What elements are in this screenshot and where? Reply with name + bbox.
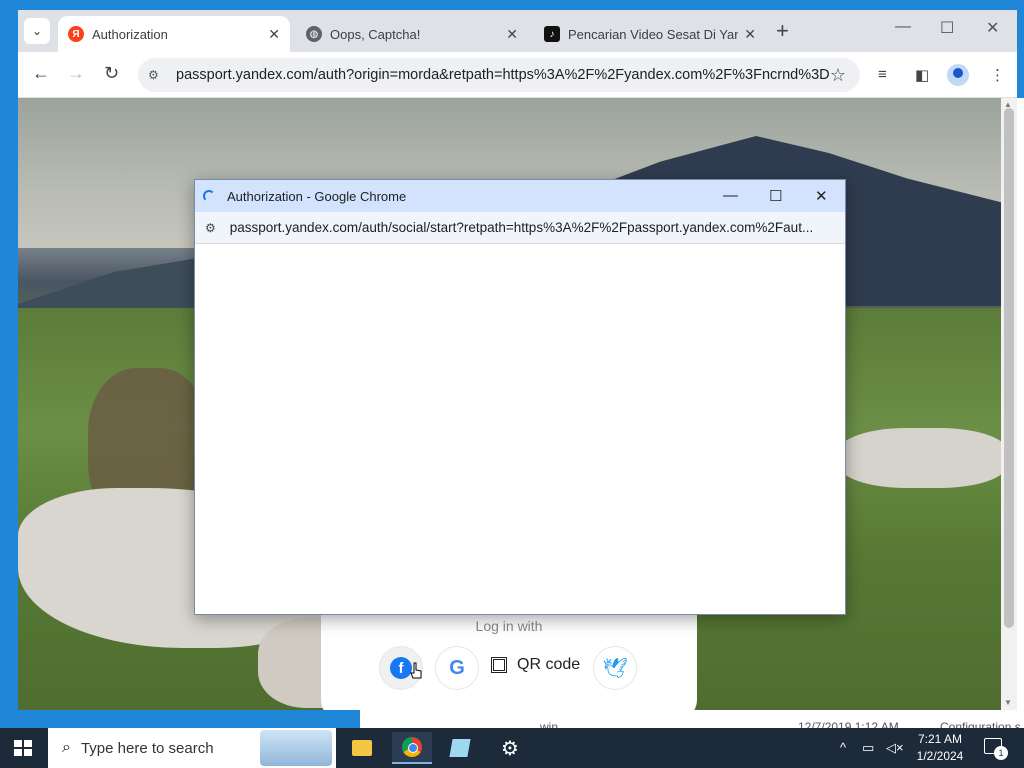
popup-url[interactable]: passport.yandex.com/auth/social/start?re… [230,220,828,235]
minimize-icon[interactable]: — [895,18,911,36]
notepad-taskbar-button[interactable] [440,732,480,764]
chrome-icon [402,737,422,757]
bookmark-star-icon[interactable]: ☆ [830,65,846,86]
tab-search-button[interactable]: ⌄ [24,18,50,44]
maximize-icon[interactable]: ☐ [940,18,954,38]
popup-titlebar[interactable]: Authorization - Google Chrome — ☐ ✕ [195,180,845,212]
globe-icon: ◍ [306,26,322,42]
chevron-down-icon: ⌄ [31,24,43,38]
back-arrow-icon[interactable]: ← [32,63,50,84]
tab-pencarian-video[interactable]: ♪ Pencarian Video Sesat Di Yande ✕ [534,16,766,52]
browser-toolbar: ← → ↻ ⚙ passport.yandex.com/auth?origin=… [18,52,1017,98]
forward-arrow-icon[interactable]: → [67,63,85,84]
scroll-down-icon[interactable]: ▼ [1004,698,1012,707]
popup-title: Authorization - Google Chrome [227,188,407,204]
page-scrollbar[interactable]: ▲ ▼ [1001,98,1017,710]
notepad-icon [449,739,471,757]
reload-icon[interactable]: ↻ [104,63,119,84]
tab-strip: ⌄ Я Authorization ✕ ◍ Oops, Captcha! ✕ ♪… [18,10,1017,52]
maximize-icon[interactable]: ☐ [769,187,782,205]
tab-title: Authorization [92,26,168,42]
taskbar-search-placeholder: Type here to search [80,739,214,757]
address-bar[interactable]: ⚙ passport.yandex.com/auth?origin=morda&… [138,58,860,92]
taskbar-search-box[interactable]: ⌕ Type here to search [48,728,336,768]
qr-code-icon [491,657,507,673]
settings-taskbar-button[interactable]: ⚙ [490,732,530,764]
google-login-button[interactable]: G [435,646,479,690]
close-icon[interactable]: ✕ [744,26,756,43]
notification-count-badge: 1 [994,746,1008,760]
volume-muted-icon[interactable]: ◁× [886,740,904,756]
yandex-favicon-icon: Я [68,26,84,42]
qr-code-login-button[interactable]: QR code [491,656,580,674]
hand-cursor-icon [410,662,422,679]
menu-kebab-icon[interactable]: ⋮ [990,66,1005,84]
background-window-edge [1017,98,1024,698]
chrome-taskbar-button[interactable] [392,732,432,764]
minimize-icon[interactable]: — [723,187,738,204]
show-hidden-icons-chevron-icon[interactable]: ^ [840,740,846,755]
windows-taskbar: ⌕ Type here to search ⚙ ^ ▭ ◁× 7:21 AM 1… [0,728,1024,768]
loading-spinner-icon [203,190,215,202]
media-control-icon[interactable]: ≡ [878,66,887,83]
network-icon[interactable]: ▭ [862,740,874,756]
side-panel-icon[interactable]: ◧ [915,66,929,84]
new-tab-button[interactable]: + [776,20,789,42]
close-window-icon[interactable]: ✕ [986,18,999,38]
search-highlight-image[interactable] [260,730,332,766]
file-explorer-taskbar-button[interactable] [342,732,382,764]
google-icon: G [449,656,465,679]
snow-field [838,428,1001,488]
site-info-icon[interactable]: ⚙ [205,221,216,235]
search-icon: ⌕ [62,739,71,756]
site-info-icon[interactable]: ⚙ [148,68,166,82]
close-icon[interactable]: ✕ [268,26,280,43]
gear-icon: ⚙ [501,737,519,760]
folder-icon [352,740,372,756]
windows-start-icon[interactable] [14,740,32,756]
tab-title: Oops, Captcha! [330,26,421,42]
system-clock[interactable]: 7:21 AM 1/2/2024 [905,731,975,765]
login-with-label: Log in with [475,618,543,634]
profile-avatar-icon[interactable] [947,64,969,86]
twitter-login-button[interactable]: 🕊 [593,646,637,690]
tab-title: Pencarian Video Sesat Di Yande [568,26,739,42]
twitter-bird-icon: 🕊 [602,657,628,680]
facebook-icon: f [390,657,412,679]
popup-address-bar[interactable]: ⚙ passport.yandex.com/auth/social/start?… [195,212,845,244]
clock-date: 1/2/2024 [916,749,964,763]
tiktok-icon: ♪ [544,26,560,42]
tab-authorization[interactable]: Я Authorization ✕ [58,16,290,52]
authorization-popup-window: Authorization - Google Chrome — ☐ ✕ ⚙ pa… [194,179,846,615]
clock-time: 7:21 AM [917,732,963,746]
close-window-icon[interactable]: ✕ [815,187,828,205]
address-url[interactable]: passport.yandex.com/auth?origin=morda&re… [176,67,830,83]
close-icon[interactable]: ✕ [506,26,518,43]
tab-oops-captcha[interactable]: ◍ Oops, Captcha! ✕ [296,16,528,52]
qr-code-label: QR code [517,656,581,673]
scrollbar-thumb[interactable] [1004,108,1014,628]
